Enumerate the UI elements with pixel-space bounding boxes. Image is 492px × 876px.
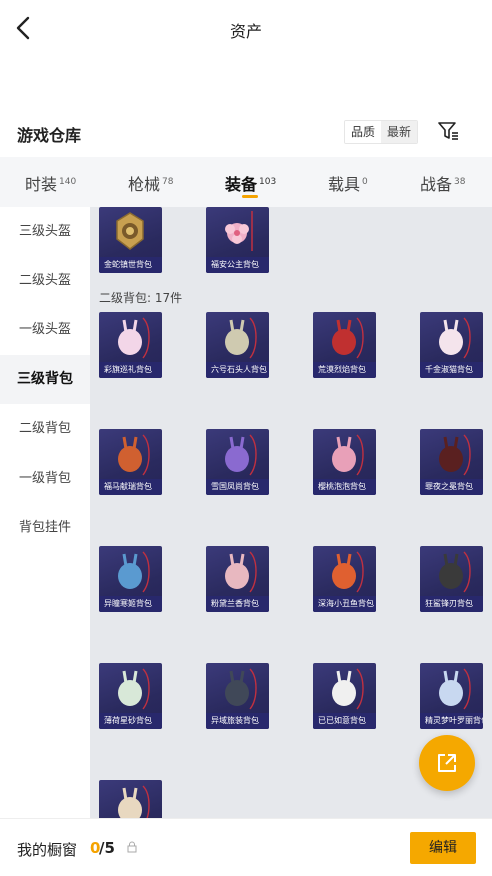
item-card[interactable]: 罪夜之冕背包 bbox=[420, 429, 483, 495]
backpack-icon bbox=[225, 551, 257, 593]
item-card[interactable]: 福安公主背包 bbox=[206, 207, 269, 273]
group-label: 二级背包: 17件 bbox=[99, 291, 183, 305]
item-card[interactable]: 樱桃泡泡背包 bbox=[313, 429, 376, 495]
backpack-icon bbox=[439, 434, 471, 476]
item-card[interactable] bbox=[99, 780, 162, 818]
item-card[interactable]: 雪国凤尚背包 bbox=[206, 429, 269, 495]
backpack-icon bbox=[225, 668, 257, 710]
tab-label: 载具 bbox=[328, 175, 361, 194]
sidebar-item-level3-backpack[interactable]: 三级背包 bbox=[0, 355, 90, 404]
tab-count: 38 bbox=[454, 176, 466, 187]
item-name: 罪夜之冕背包 bbox=[420, 479, 483, 495]
item-card[interactable]: 异域旅装背包 bbox=[206, 663, 269, 729]
sidebar-item-backpack-charm[interactable]: 背包挂件 bbox=[0, 503, 90, 552]
tab-vehicles[interactable]: 载具 0 bbox=[328, 171, 368, 195]
backpack-icon bbox=[332, 668, 364, 710]
item-name: 雪国凤尚背包 bbox=[206, 479, 269, 495]
tab-supplies[interactable]: 战备 38 bbox=[420, 171, 465, 195]
tab-fashion[interactable]: 时装 140 bbox=[25, 171, 76, 195]
item-card[interactable]: 荒漠烈焰背包 bbox=[313, 312, 376, 378]
item-card[interactable]: 千金淑猫背包 bbox=[420, 312, 483, 378]
item-grid: 金蛇镇世背包 福安公主背包 二级背包: 17件 彩旗巡礼背包 六号石头人背包 荒… bbox=[90, 207, 492, 818]
backpack-icon bbox=[225, 434, 257, 476]
filter-icon bbox=[438, 122, 458, 140]
tab-label: 装备 bbox=[225, 175, 258, 194]
subcategory-sidebar: 三级头盔 二级头盔 一级头盔 三级背包 二级背包 一级背包 背包挂件 bbox=[0, 207, 90, 818]
sidebar-item-level1-backpack[interactable]: 一级背包 bbox=[0, 454, 90, 503]
pink-flower-pouch-icon bbox=[225, 211, 253, 251]
lock-icon bbox=[127, 841, 137, 853]
item-name: 彩旗巡礼背包 bbox=[99, 362, 162, 378]
tab-count: 0 bbox=[362, 176, 368, 187]
tab-label: 时装 bbox=[25, 175, 58, 194]
backpack-icon bbox=[332, 317, 364, 359]
filter-button[interactable] bbox=[436, 119, 460, 143]
sidebar-item-level1-helmet[interactable]: 一级头盔 bbox=[0, 305, 90, 354]
backpack-icon bbox=[332, 551, 364, 593]
item-card[interactable]: 粉黛兰香背包 bbox=[206, 546, 269, 612]
item-card[interactable]: 彩旗巡礼背包 bbox=[99, 312, 162, 378]
backpack-icon bbox=[118, 668, 150, 710]
item-name: 异域旅装背包 bbox=[206, 713, 269, 729]
backpack-icon bbox=[225, 317, 257, 359]
item-name: 粉黛兰香背包 bbox=[206, 596, 269, 612]
item-name: 六号石头人背包 bbox=[206, 362, 269, 378]
item-card[interactable]: 已已如意背包 bbox=[313, 663, 376, 729]
warehouse-title: 游戏仓库 bbox=[17, 126, 82, 145]
item-name: 金蛇镇世背包 bbox=[99, 257, 162, 273]
backpack-icon bbox=[439, 668, 471, 710]
item-card[interactable]: 福马献瑞背包 bbox=[99, 429, 162, 495]
showcase-bar: 我的橱窗 0 /5 编辑 bbox=[0, 818, 492, 876]
sort-toggle: 品质 最新 bbox=[344, 120, 419, 144]
item-name: 樱桃泡泡背包 bbox=[313, 479, 376, 495]
sidebar-item-level2-helmet[interactable]: 二级头盔 bbox=[0, 256, 90, 305]
tab-count: 103 bbox=[259, 176, 277, 187]
active-tab-indicator bbox=[242, 195, 258, 198]
item-name: 已已如意背包 bbox=[313, 713, 376, 729]
item-name: 福马献瑞背包 bbox=[99, 479, 162, 495]
top-bar: 资产 bbox=[0, 0, 492, 58]
tab-count: 78 bbox=[162, 176, 174, 187]
item-name: 薄荷星砂背包 bbox=[99, 713, 162, 729]
backpack-icon bbox=[439, 551, 471, 593]
backpack-icon bbox=[118, 785, 150, 818]
category-tabs: 时装 140 枪械 78 装备 103 载具 0 战备 38 bbox=[0, 157, 492, 207]
tab-count: 140 bbox=[59, 176, 77, 187]
tab-label: 枪械 bbox=[128, 175, 161, 194]
item-card[interactable]: 异瞳寒姬背包 bbox=[99, 546, 162, 612]
showcase-total: /5 bbox=[99, 839, 115, 857]
tab-guns[interactable]: 枪械 78 bbox=[128, 171, 173, 195]
sidebar-item-level2-backpack[interactable]: 二级背包 bbox=[0, 404, 90, 453]
gold-snake-badge-icon bbox=[116, 212, 144, 250]
edit-button[interactable]: 编辑 bbox=[410, 832, 476, 864]
warehouse-header: 游戏仓库 品质 最新 bbox=[0, 112, 492, 156]
item-name: 异瞳寒姬背包 bbox=[99, 596, 162, 612]
page-title: 资产 bbox=[229, 22, 262, 41]
item-card[interactable]: 薄荷星砂背包 bbox=[99, 663, 162, 729]
item-card[interactable]: 狂鲨锋刃背包 bbox=[420, 546, 483, 612]
item-name: 精灵梦叶罗丽背包 bbox=[420, 713, 483, 729]
backpack-icon bbox=[118, 434, 150, 476]
sidebar-item-level3-helmet[interactable]: 三级头盔 bbox=[0, 207, 90, 256]
item-name: 狂鲨锋刃背包 bbox=[420, 596, 483, 612]
item-card[interactable]: 六号石头人背包 bbox=[206, 312, 269, 378]
showcase-label: 我的橱窗 bbox=[17, 841, 78, 859]
item-card[interactable]: 深海小丑鱼背包 bbox=[313, 546, 376, 612]
item-name: 深海小丑鱼背包 bbox=[313, 596, 376, 612]
backpack-icon bbox=[118, 551, 150, 593]
sort-latest-button[interactable]: 最新 bbox=[381, 121, 418, 143]
share-button[interactable] bbox=[419, 735, 475, 791]
backpack-icon bbox=[439, 317, 471, 359]
item-name: 千金淑猫背包 bbox=[420, 362, 483, 378]
tab-label: 战备 bbox=[420, 175, 453, 194]
backpack-icon bbox=[118, 317, 150, 359]
external-link-icon bbox=[438, 754, 456, 772]
backpack-icon bbox=[332, 434, 364, 476]
item-card[interactable]: 精灵梦叶罗丽背包 bbox=[420, 663, 483, 729]
item-name: 福安公主背包 bbox=[206, 257, 269, 273]
sort-quality-button[interactable]: 品质 bbox=[345, 121, 382, 143]
item-name: 荒漠烈焰背包 bbox=[313, 362, 376, 378]
item-card[interactable]: 金蛇镇世背包 bbox=[99, 207, 162, 273]
tab-equipment[interactable]: 装备 103 bbox=[225, 171, 276, 195]
